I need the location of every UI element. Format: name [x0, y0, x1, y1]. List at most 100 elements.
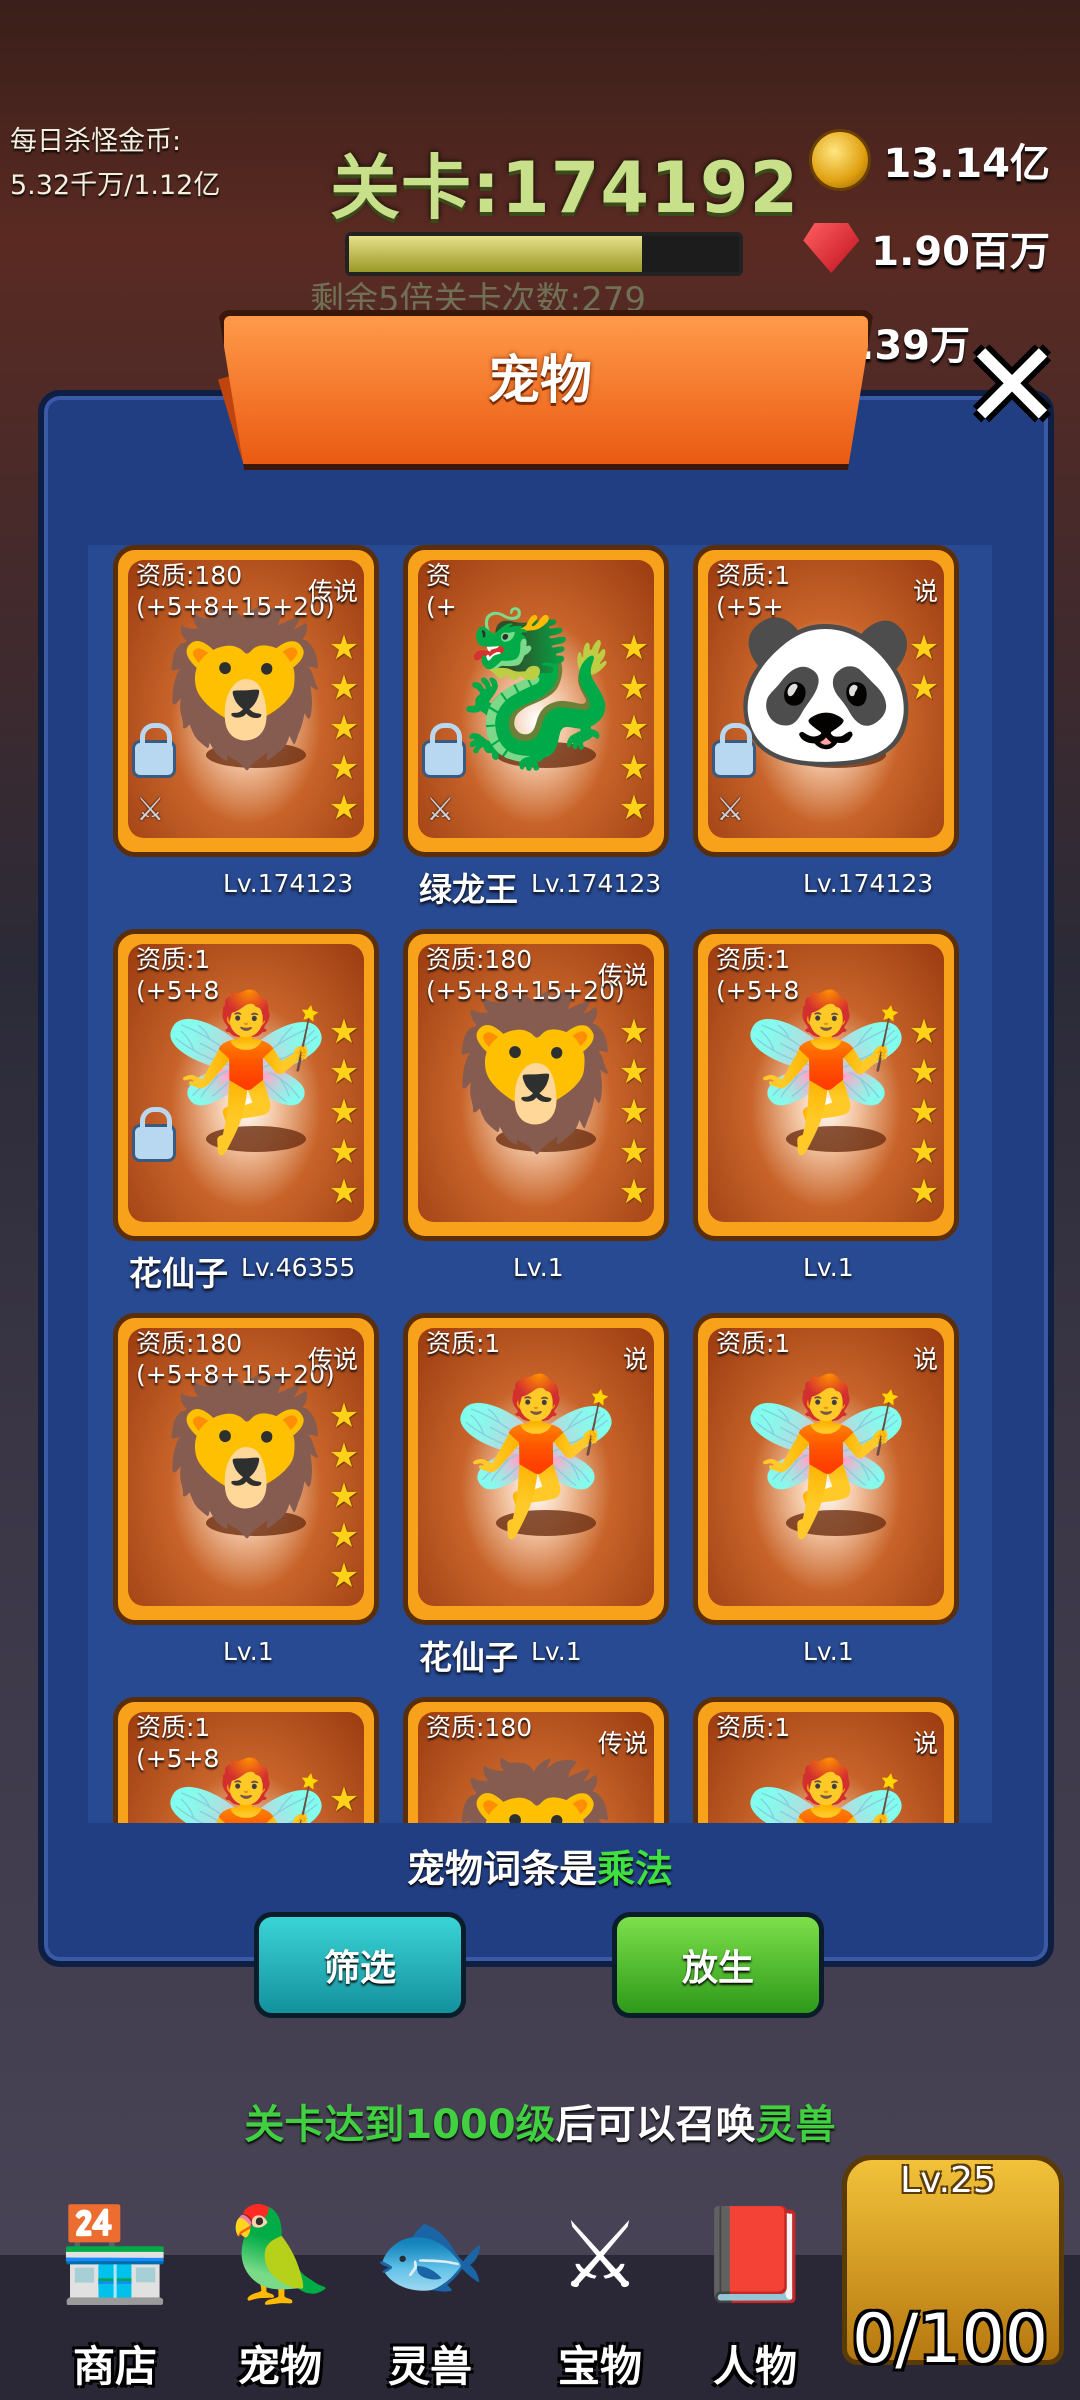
- star-icon: ★: [328, 1780, 360, 1820]
- pet-stars: ★ ★ ★ ★ ★: [904, 1012, 944, 1212]
- pet-card[interactable]: 🧚 资质:1 说: [403, 1313, 669, 1625]
- pet-portrait: 🧚: [442, 1369, 630, 1544]
- pet-portrait: 🧚: [733, 1766, 920, 1823]
- pet-quality: 资质:180: [426, 945, 533, 974]
- star-icon: ★: [328, 668, 360, 708]
- stage-progress-bar: [345, 232, 743, 276]
- nav-item-book[interactable]: 📕 人物: [680, 2170, 830, 2400]
- pet-quality: 资质:1: [716, 1329, 791, 1358]
- summon-part4: 灵兽: [755, 2102, 836, 2148]
- nav-item-beast[interactable]: 🐟 灵兽: [355, 2170, 505, 2400]
- book-icon: 📕: [697, 2201, 813, 2308]
- pet-level: Lv.46355: [241, 1253, 356, 1282]
- star-icon: ★: [618, 1052, 650, 1092]
- pet-card[interactable]: 🦁 资质:180 (+5+8+15+20) 传说 ★ ★ ★ ★ ★: [113, 1313, 379, 1625]
- star-icon: ★: [328, 1132, 360, 1172]
- pet-rank: 传说: [597, 1729, 648, 1758]
- gold-value: 13.14亿: [883, 141, 1050, 187]
- nav-item-label: 灵兽: [387, 2342, 472, 2391]
- pet-portrait: 🧚: [152, 985, 340, 1160]
- pet-level: Lv.1: [223, 1637, 274, 1666]
- star-icon: ★: [618, 708, 650, 748]
- release-button[interactable]: 放生: [612, 1912, 824, 2018]
- star-icon: ★: [328, 1436, 360, 1476]
- pet-card[interactable]: 🧚 资质:1 (+5+8 ★ ★ ★ ★ ★: [693, 929, 959, 1241]
- star-icon: ★: [328, 788, 360, 828]
- star-icon: ★: [328, 708, 360, 748]
- pet-rank: 传说: [597, 961, 648, 990]
- lock-icon[interactable]: [132, 723, 176, 778]
- gem-value: 1.90百万: [871, 229, 1050, 275]
- nav-item-swords[interactable]: ⚔ 宝物: [525, 2170, 675, 2400]
- star-icon: ★: [618, 1132, 650, 1172]
- star-icon: ★: [328, 1172, 360, 1212]
- star-icon: ★: [908, 1052, 940, 1092]
- filter-button[interactable]: 筛选: [254, 1912, 466, 2018]
- gold-counter[interactable]: 13.14亿: [809, 129, 1050, 191]
- pet-card[interactable]: 🧚 资质:1(+5+8 ★: [113, 1697, 379, 1823]
- pet-portrait: 🐼: [732, 601, 920, 776]
- pet-rank: 传说: [307, 1345, 358, 1374]
- summon-requirement: 关卡达到1000级后可以召唤灵兽: [0, 2092, 1080, 2150]
- pet-card[interactable]: 🐼 资质:1 (+5+ 说 ★ ★ ⚔: [693, 545, 959, 857]
- pet-card[interactable]: 🧚 资质:1 说: [693, 1313, 959, 1625]
- pet-quality: 资质:180: [426, 1713, 533, 1742]
- pet-quality: 资质:1: [716, 1713, 791, 1742]
- pet-quality-bonus: (+5+8+15+20): [426, 976, 625, 1005]
- pet-stars: ★ ★ ★ ★ ★: [324, 1396, 364, 1596]
- daily-gold-panel: 每日杀怪金币: 5.32千万/1.12亿: [10, 120, 220, 208]
- pet-card[interactable]: 🦁 资质:180 (+5+8+15+20) 传说 ★ ★ ★ ★ ★ ⚔: [113, 545, 379, 857]
- pet-quality: 资质:1: [136, 945, 211, 974]
- pet-hint: 宠物词条是乘法: [38, 1838, 1042, 1893]
- summon-part3: 后可以召唤: [555, 2102, 756, 2148]
- star-icon: ★: [328, 1052, 360, 1092]
- pet-quality-bonus: (+5+8: [716, 976, 800, 1005]
- star-icon: ★: [908, 668, 940, 708]
- pet-card[interactable]: 🧚 资质:1 (+5+8 ★ ★ ★ ★ ★: [113, 929, 379, 1241]
- pet-stars: ★ ★ ★ ★ ★: [614, 628, 654, 828]
- modal-title: 宠物: [487, 351, 592, 411]
- pet-quality-bonus: (+5+8+15+20): [136, 592, 335, 621]
- nav-item-pet[interactable]: 🦜 宠物: [205, 2170, 355, 2400]
- close-icon: ✕: [961, 317, 1063, 456]
- swords-icon: ⚔: [558, 2201, 642, 2309]
- gem-counter[interactable]: 1.90百万: [803, 218, 1050, 278]
- close-button[interactable]: ✕: [960, 327, 1064, 447]
- pet-level: Lv.174123: [223, 869, 354, 898]
- pet-card[interactable]: 🐉 资 (+ ★ ★ ★ ★ ★ ⚔: [403, 545, 669, 857]
- pet-card[interactable]: 🧚 资质:1 说: [693, 1697, 959, 1823]
- star-icon: ★: [618, 788, 650, 828]
- nav-item-label: 人物: [712, 2342, 797, 2391]
- star-icon: ★: [328, 1556, 360, 1596]
- pet-grid[interactable]: 🦁 资质:180 (+5+8+15+20) 传说 ★ ★ ★ ★ ★ ⚔ Lv.174123 🐉 资 (+…: [88, 545, 992, 1823]
- pet-portrait: 🦁: [443, 1766, 630, 1823]
- nav-item-label: 商店: [72, 2342, 157, 2391]
- star-icon: ★: [908, 1012, 940, 1052]
- pet-portrait: 🧚: [732, 1369, 920, 1544]
- pet-quality-bonus: (+5+8: [136, 1744, 220, 1773]
- star-icon: ★: [908, 1172, 940, 1212]
- pet-quality-bonus: (+5+: [716, 592, 784, 621]
- summon-part2: 1000级: [404, 2102, 556, 2148]
- pet-quality-bonus: (+5+8: [136, 976, 220, 1005]
- sword-icon: ⚔: [716, 790, 745, 828]
- pet-card[interactable]: 🦁 资质:180 传说: [403, 1697, 669, 1823]
- sword-icon: ⚔: [426, 790, 455, 828]
- pet-level: Lv.174123: [531, 869, 662, 898]
- pet-rank: 说: [912, 1729, 938, 1758]
- pet-level: Lv.1: [803, 1253, 854, 1282]
- lock-icon[interactable]: [132, 1107, 176, 1162]
- nav-item-label: 宠物: [237, 2342, 322, 2391]
- beast-icon: 🐟: [372, 2201, 488, 2308]
- pet-stars: ★: [324, 1780, 364, 1820]
- pet-level: Lv.1: [531, 1637, 582, 1666]
- star-icon: ★: [908, 1132, 940, 1172]
- pet-quality: 资质:180: [136, 1329, 243, 1358]
- pet-hint-prefix: 宠物词条是: [406, 1847, 597, 1891]
- lock-icon[interactable]: [712, 723, 756, 778]
- nav-item-shop[interactable]: 🏪 商店: [40, 2170, 190, 2400]
- pet-quality: 资质:180: [136, 561, 243, 590]
- pet-rank: 传说: [307, 577, 358, 606]
- pet-card[interactable]: 🦁 资质:180 (+5+8+15+20) 传说 ★ ★ ★ ★ ★: [403, 929, 669, 1241]
- lock-icon[interactable]: [422, 723, 466, 778]
